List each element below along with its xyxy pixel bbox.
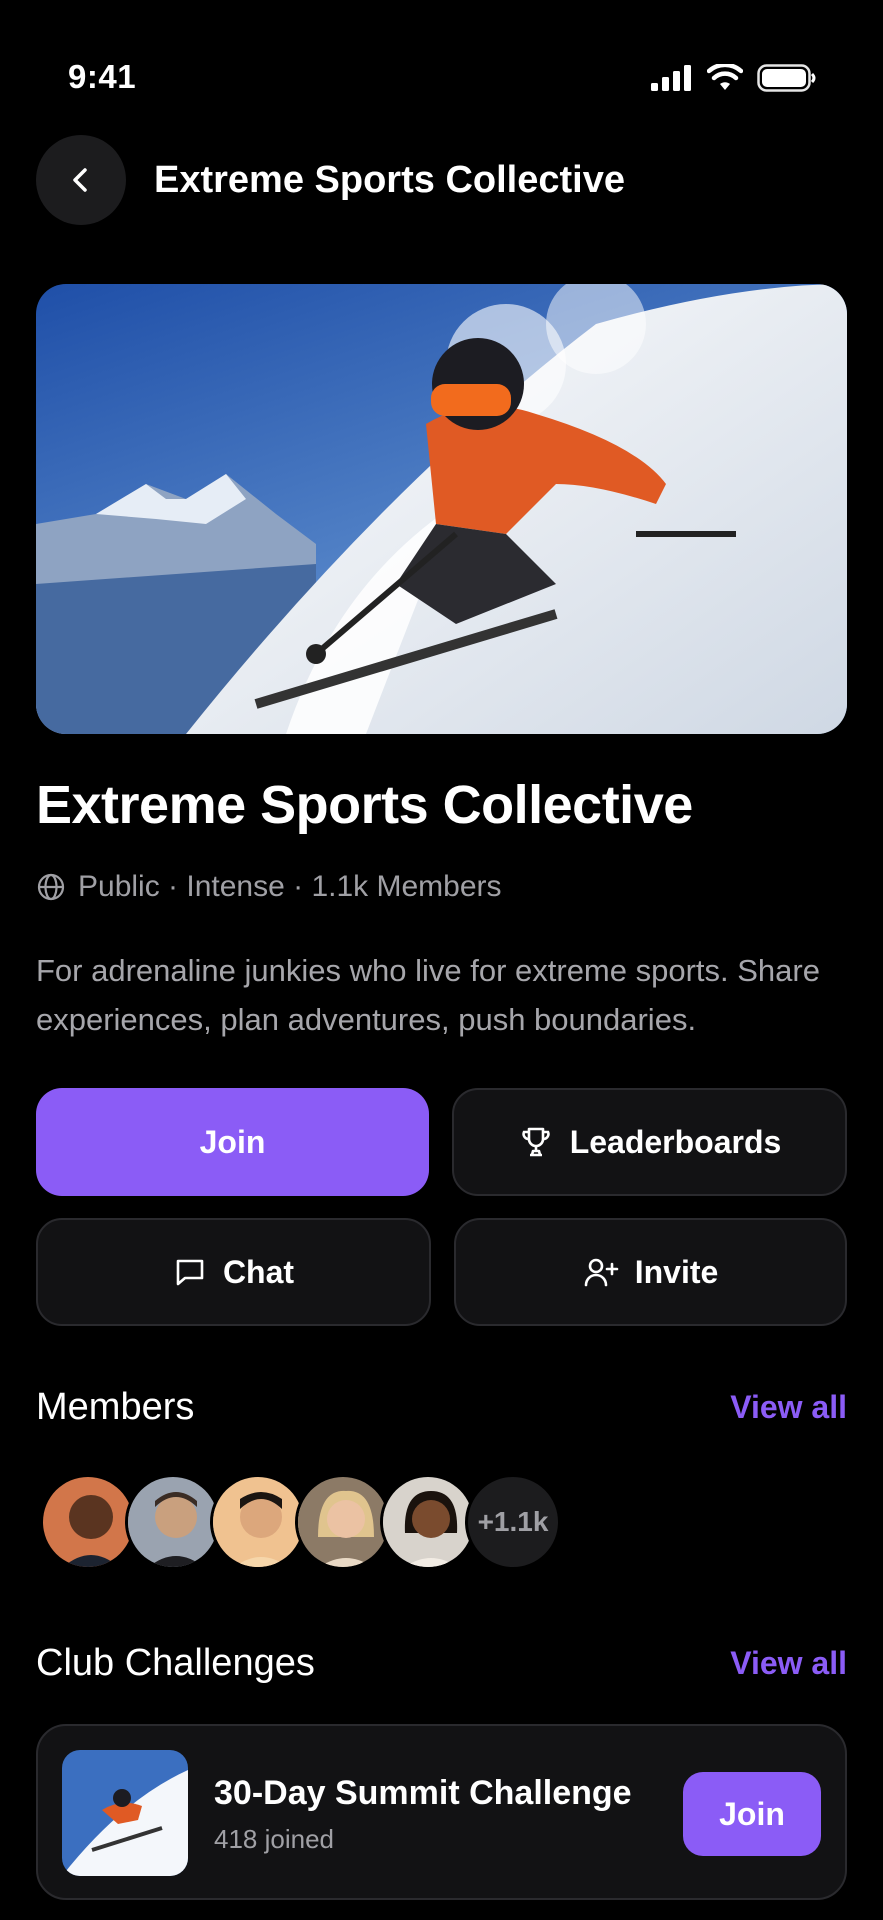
challenge-name: 30-Day Summit Challenge — [214, 1774, 632, 1812]
more-members-count: +1.1k — [477, 1506, 549, 1537]
chat-bubble-icon — [176, 1259, 204, 1286]
avatar[interactable] — [295, 1474, 391, 1570]
cellular-signal-icon — [651, 65, 691, 91]
wifi-icon — [707, 64, 743, 90]
avatar[interactable] — [210, 1474, 306, 1570]
challenges-title: Club Challenges — [36, 1642, 315, 1684]
chat-button[interactable]: Chat — [36, 1218, 431, 1326]
trophy-icon — [521, 1127, 550, 1157]
challenge-joined-count: 418 joined — [214, 1824, 334, 1854]
add-user-icon — [584, 1258, 619, 1287]
join-button[interactable]: Join — [36, 1088, 429, 1196]
challenge-join-button[interactable]: Join — [683, 1772, 821, 1856]
leaderboards-button-label: Leaderboards — [569, 1123, 782, 1160]
challenge-thumbnail — [62, 1750, 188, 1876]
club-description: For adrenaline junkies who live for extr… — [36, 953, 820, 1037]
members-view-all-link[interactable]: View all — [730, 1389, 847, 1426]
club-meta-text: Public · Intense · 1.1k Members — [78, 870, 502, 903]
club-meta: Public · Intense · 1.1k Members — [36, 870, 502, 904]
header-title: Extreme Sports Collective — [154, 158, 625, 201]
club-title: Extreme Sports Collective — [36, 775, 693, 835]
battery-icon — [757, 64, 816, 92]
avatar[interactable] — [380, 1474, 476, 1570]
invite-button[interactable]: Invite — [454, 1218, 847, 1326]
challenges-view-all-link[interactable]: View all — [730, 1645, 847, 1682]
skier-photo — [36, 284, 847, 734]
status-time: 9:41 — [68, 58, 137, 95]
status-bar: 9:41 — [0, 0, 883, 120]
chevron-left-icon — [73, 168, 87, 192]
status-icons — [651, 64, 817, 92]
invite-button-label: Invite — [634, 1253, 719, 1290]
members-title: Members — [36, 1386, 195, 1428]
avatar[interactable] — [40, 1474, 136, 1570]
leaderboards-button[interactable]: Leaderboards — [452, 1088, 847, 1196]
club-detail-screen: 9:41 Extreme Sports Collective Extreme S… — [0, 0, 883, 1920]
chat-button-label: Chat — [222, 1253, 295, 1290]
member-avatars: +1.1k — [40, 1474, 600, 1570]
more-members-badge[interactable]: +1.1k — [465, 1474, 561, 1570]
club-hero-image — [36, 284, 847, 734]
back-button[interactable] — [36, 135, 126, 225]
avatar[interactable] — [125, 1474, 221, 1570]
header: Extreme Sports Collective — [36, 134, 847, 226]
challenge-join-label: Join — [719, 1795, 785, 1832]
join-button-label: Join — [199, 1123, 266, 1160]
globe-icon — [37, 873, 65, 901]
challenge-card[interactable]: 30-Day Summit Challenge 418 joined Join — [36, 1724, 847, 1900]
